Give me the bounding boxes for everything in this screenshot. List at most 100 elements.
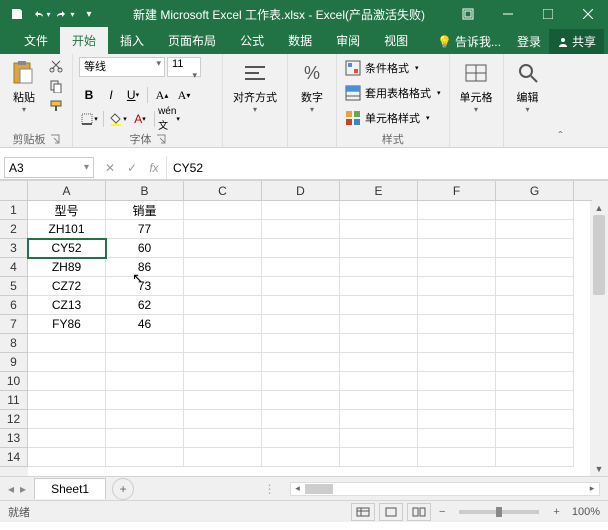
scroll-down-icon[interactable]: ▼ [590,462,608,476]
row-header[interactable]: 2 [0,220,28,239]
cell[interactable] [340,201,418,220]
cell[interactable] [340,258,418,277]
scroll-left-icon[interactable]: ◂ [291,483,305,495]
row-header[interactable]: 14 [0,448,28,467]
tab-file[interactable]: 文件 [12,27,60,54]
row-header[interactable]: 7 [0,315,28,334]
cut-icon[interactable] [46,57,66,75]
cell[interactable] [496,258,574,277]
cell[interactable]: CZ13 [28,296,106,315]
tab-data[interactable]: 数据 [276,27,324,54]
cell[interactable] [28,410,106,429]
cell[interactable] [106,372,184,391]
save-icon[interactable] [6,3,28,25]
hscroll-thumb[interactable] [305,484,333,494]
tab-formulas[interactable]: 公式 [228,27,276,54]
cell[interactable] [340,334,418,353]
scroll-right-icon[interactable]: ▸ [585,483,599,495]
italic-button[interactable]: I [101,85,121,105]
row-header[interactable]: 1 [0,201,28,220]
row-header[interactable]: 4 [0,258,28,277]
editing-button[interactable]: 编辑 ▾ [510,57,546,116]
cell[interactable] [28,334,106,353]
underline-button[interactable]: U▾ [123,85,143,105]
cell[interactable] [418,201,496,220]
cell[interactable]: 型号 [28,201,106,220]
close-icon[interactable] [568,0,608,28]
conditional-format-button[interactable]: 条件格式▾ [343,57,443,78]
cell[interactable] [262,258,340,277]
cell[interactable] [496,410,574,429]
cell[interactable] [418,429,496,448]
column-header[interactable]: C [184,181,262,201]
cell[interactable]: 46 [106,315,184,334]
cell[interactable] [496,448,574,467]
alignment-button[interactable]: 对齐方式 ▾ [229,57,281,116]
cell[interactable] [28,429,106,448]
cell[interactable] [496,372,574,391]
cell[interactable] [106,391,184,410]
cell[interactable] [106,410,184,429]
cell[interactable] [340,448,418,467]
cell[interactable] [184,353,262,372]
cell[interactable]: 62 [106,296,184,315]
cell[interactable] [262,239,340,258]
cell[interactable] [418,277,496,296]
cell[interactable]: ZH89 [28,258,106,277]
cell[interactable] [184,448,262,467]
row-header[interactable]: 11 [0,391,28,410]
fill-color-icon[interactable]: ▾ [108,109,128,129]
font-color-icon[interactable]: A▾ [130,109,150,129]
cell[interactable]: 86 [106,258,184,277]
cell[interactable] [262,410,340,429]
cell[interactable] [184,315,262,334]
cell[interactable] [184,410,262,429]
cell[interactable] [418,353,496,372]
cell[interactable] [340,220,418,239]
help-icon[interactable] [448,0,488,28]
cell[interactable] [340,296,418,315]
row-header[interactable]: 9 [0,353,28,372]
cell[interactable]: 73 [106,277,184,296]
cell[interactable] [418,239,496,258]
cell[interactable] [184,239,262,258]
cell[interactable] [184,258,262,277]
cell[interactable] [184,201,262,220]
split-handle[interactable]: ⋮ [258,482,282,496]
fx-icon[interactable]: fx [146,161,162,175]
vertical-scrollbar[interactable]: ▲ ▼ [590,201,608,476]
cell[interactable] [262,296,340,315]
cell[interactable]: 77 [106,220,184,239]
cell[interactable] [340,429,418,448]
qat-customize-icon[interactable]: ▾ [78,3,100,25]
zoom-in-icon[interactable]: + [549,506,563,518]
cell[interactable] [418,258,496,277]
share-button[interactable]: 共享 [549,29,604,54]
row-header[interactable]: 8 [0,334,28,353]
cell[interactable] [418,410,496,429]
copy-icon[interactable] [46,77,66,95]
cancel-icon[interactable]: ✕ [102,161,118,175]
phonetic-icon[interactable]: wén文▾ [159,109,179,129]
sheet-nav-prev-icon[interactable]: ◂ [8,482,14,496]
view-normal-icon[interactable] [351,503,375,521]
cell[interactable] [106,353,184,372]
cell-styles-button[interactable]: 单元格样式▾ [343,107,443,128]
formula-input[interactable]: CY52 [167,156,608,179]
cell[interactable] [262,201,340,220]
bold-button[interactable]: B [79,85,99,105]
cell[interactable]: CZ72 [28,277,106,296]
cell[interactable] [496,277,574,296]
redo-icon[interactable]: ▾ [54,3,76,25]
font-launcher-icon[interactable] [156,134,166,144]
enter-icon[interactable]: ✓ [124,161,140,175]
cell[interactable] [184,372,262,391]
column-header[interactable]: D [262,181,340,201]
tab-pagelayout[interactable]: 页面布局 [156,27,228,54]
format-painter-icon[interactable] [46,97,66,115]
cell[interactable] [418,220,496,239]
sheet-tab[interactable]: Sheet1 [34,478,106,499]
increase-font-icon[interactable]: A▴ [152,85,172,105]
cell[interactable] [340,391,418,410]
login-button[interactable]: 登录 [509,29,549,54]
